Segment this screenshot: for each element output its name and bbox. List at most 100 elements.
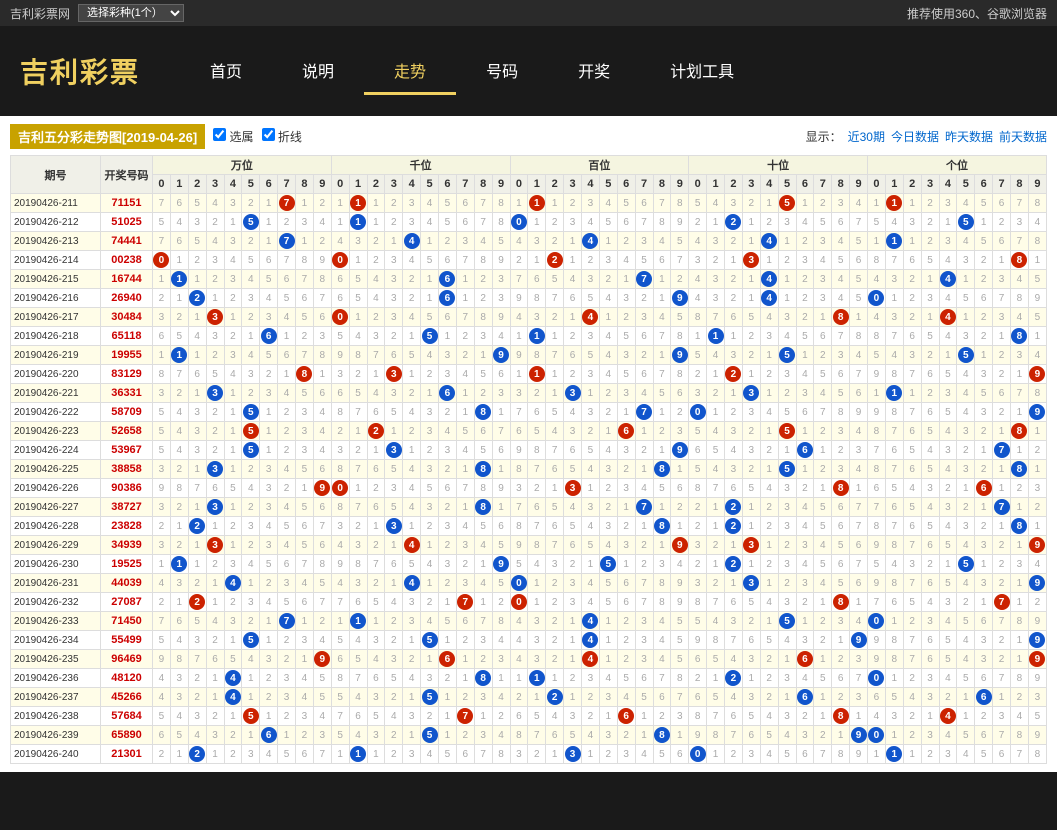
cell-digit: 9 xyxy=(313,650,331,669)
cell-digit: 2 xyxy=(617,726,635,745)
cell-digit: 1 xyxy=(242,688,260,707)
site-link[interactable]: 吉利彩票网 xyxy=(10,5,70,22)
cell-digit: 1 xyxy=(1011,593,1029,612)
cell-digit: 8 xyxy=(653,574,671,593)
cell-digit: 5 xyxy=(921,517,939,536)
cell-digit: 3 xyxy=(224,346,242,365)
cell-qihao: 20190426-211 xyxy=(11,194,101,213)
cell-digit: 7 xyxy=(725,631,743,650)
cell-digit: 8 xyxy=(474,498,492,517)
th-digit: 6 xyxy=(975,175,993,194)
cell-digit: 5 xyxy=(546,403,564,422)
cell-kajiang: 55499 xyxy=(101,631,153,650)
cell-digit: 1 xyxy=(188,308,206,327)
cell-digit: 5 xyxy=(331,726,349,745)
cell-digit: 6 xyxy=(349,707,367,726)
cell-digit: 4 xyxy=(403,498,421,517)
cell-digit: 4 xyxy=(653,232,671,251)
cell-digit: 3 xyxy=(635,232,653,251)
cell-digit: 5 xyxy=(832,574,850,593)
link-daybeforeyesterday[interactable]: 前天数据 xyxy=(999,128,1047,145)
cell-digit: 2 xyxy=(975,517,993,536)
cell-digit: 6 xyxy=(206,479,224,498)
cell-digit: 4 xyxy=(260,593,278,612)
cell-digit: 2 xyxy=(546,593,564,612)
checkbox-zhexian[interactable]: 折线 xyxy=(262,128,302,145)
link-jin30[interactable]: 近30期 xyxy=(848,128,885,145)
cell-qihao: 20190426-227 xyxy=(11,498,101,517)
link-today[interactable]: 今日数据 xyxy=(891,128,939,145)
table-row: 20190426-2137444176543217124321412345432… xyxy=(11,232,1047,251)
cell-digit: 7 xyxy=(153,194,171,213)
cell-digit: 1 xyxy=(296,650,314,669)
cell-digit: 3 xyxy=(778,308,796,327)
cell-digit: 4 xyxy=(868,270,886,289)
cell-digit: 1 xyxy=(242,574,260,593)
cell-digit: 7 xyxy=(1011,232,1029,251)
cell-digit: 6 xyxy=(921,631,939,650)
cell-digit: 1 xyxy=(546,194,564,213)
cell-digit: 1 xyxy=(993,251,1011,270)
cell-digit: 6 xyxy=(921,574,939,593)
cell-digit: 1 xyxy=(671,517,689,536)
nav-kajiang[interactable]: 开奖 xyxy=(548,48,640,95)
th-digit: 7 xyxy=(635,175,653,194)
cell-digit: 6 xyxy=(921,403,939,422)
cell-digit: 5 xyxy=(617,194,635,213)
nav-haoma[interactable]: 号码 xyxy=(456,48,548,95)
cell-digit: 1 xyxy=(885,745,903,764)
cell-digit: 8 xyxy=(832,593,850,612)
cell-digit: 1 xyxy=(868,384,886,403)
table-row: 20190426-2235265854321512342121234567654… xyxy=(11,422,1047,441)
cell-digit: 3 xyxy=(492,289,510,308)
cell-digit: 5 xyxy=(278,289,296,308)
cell-digit: 1 xyxy=(814,441,832,460)
cell-digit: 3 xyxy=(903,555,921,574)
cell-digit: 2 xyxy=(814,612,832,631)
cell-digit: 8 xyxy=(528,346,546,365)
lottery-select[interactable]: 选择彩种(1个） xyxy=(78,4,184,22)
cell-digit: 2 xyxy=(349,365,367,384)
cell-digit: 3 xyxy=(260,536,278,555)
nav-shuoming[interactable]: 说明 xyxy=(272,48,364,95)
cell-digit: 2 xyxy=(546,688,564,707)
cell-digit: 3 xyxy=(635,612,653,631)
cell-kajiang: 23828 xyxy=(101,517,153,536)
cell-digit: 1 xyxy=(957,688,975,707)
nav-home[interactable]: 首页 xyxy=(180,48,272,95)
cell-digit: 3 xyxy=(921,289,939,308)
cell-digit: 1 xyxy=(224,707,242,726)
nav-jihua[interactable]: 计划工具 xyxy=(640,48,764,95)
cell-digit: 5 xyxy=(707,650,725,669)
cell-digit: 3 xyxy=(367,327,385,346)
link-yesterday[interactable]: 昨天数据 xyxy=(945,128,993,145)
cell-digit: 5 xyxy=(510,555,528,574)
cell-digit: 2 xyxy=(689,669,707,688)
cell-digit: 1 xyxy=(742,365,760,384)
cell-digit: 4 xyxy=(439,422,457,441)
cell-digit: 5 xyxy=(903,441,921,460)
cell-digit: 3 xyxy=(510,745,528,764)
cell-digit: 5 xyxy=(474,517,492,536)
cell-digit: 1 xyxy=(367,213,385,232)
cell-digit: 2 xyxy=(742,460,760,479)
cell-digit: 2 xyxy=(224,327,242,346)
checkbox-xuanzhu[interactable]: 选属 xyxy=(213,128,253,145)
cell-digit: 1 xyxy=(367,441,385,460)
cell-digit: 2 xyxy=(778,251,796,270)
nav-zoushi[interactable]: 走势 xyxy=(364,48,456,95)
cell-digit: 1 xyxy=(421,574,439,593)
th-digit: 4 xyxy=(582,175,600,194)
cell-digit: 3 xyxy=(1028,479,1046,498)
cell-digit: 2 xyxy=(671,270,689,289)
cell-digit: 5 xyxy=(188,194,206,213)
cell-digit: 4 xyxy=(492,726,510,745)
cell-digit: 2 xyxy=(635,441,653,460)
cell-digit: 2 xyxy=(939,688,957,707)
cell-digit: 1 xyxy=(850,707,868,726)
cell-digit: 3 xyxy=(456,574,474,593)
cell-digit: 2 xyxy=(188,688,206,707)
cell-digit: 2 xyxy=(439,574,457,593)
cell-digit: 2 xyxy=(617,650,635,669)
cell-digit: 2 xyxy=(617,308,635,327)
